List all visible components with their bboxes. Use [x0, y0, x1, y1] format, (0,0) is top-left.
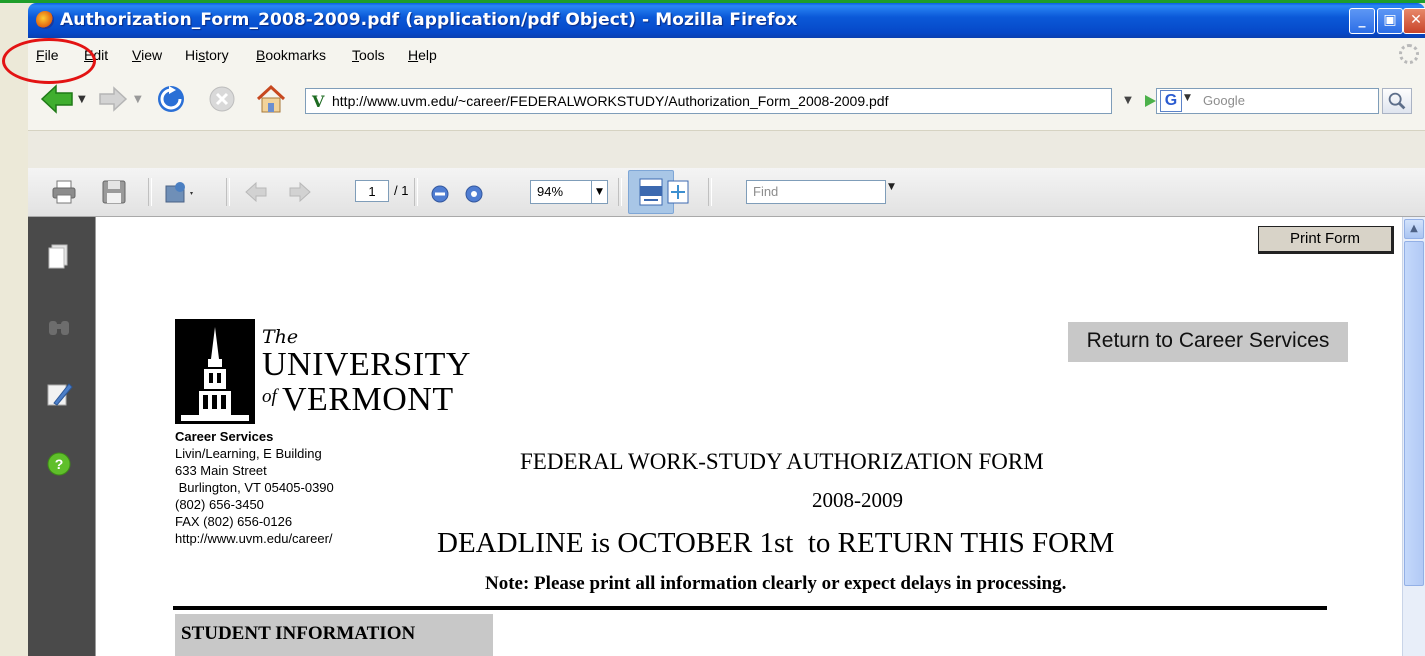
- print-icon[interactable]: [50, 178, 78, 206]
- binoculars-search-icon[interactable]: [44, 313, 74, 343]
- menu-bookmarks[interactable]: Bookmarks: [256, 47, 326, 63]
- menu-tools-label: ools: [359, 47, 385, 63]
- deadline-heading: DEADLINE is OCTOBER 1st to RETURN THIS F…: [437, 527, 1115, 559]
- menu-tools-accel: T: [352, 47, 359, 63]
- menu-help-label: elp: [418, 47, 437, 63]
- toolbar-separator: [708, 178, 712, 206]
- page-total-label: / 1: [394, 183, 409, 198]
- logo-the-text: The: [262, 326, 299, 348]
- logo-of-text: of: [262, 386, 277, 407]
- tower-illustration-icon: [181, 327, 249, 421]
- forward-arrow-icon[interactable]: [98, 86, 128, 112]
- menu-history-pre: Hi: [185, 47, 199, 63]
- toolbar-separator: [618, 178, 622, 206]
- address-line: Burlington, VT 05405-0390: [175, 480, 334, 495]
- search-input[interactable]: Google: [1199, 88, 1379, 114]
- back-arrow-icon[interactable]: [40, 84, 74, 114]
- find-dropdown-icon[interactable]: ▼: [888, 182, 895, 192]
- minimize-button[interactable]: _: [1349, 8, 1375, 34]
- red-annotation-circle: [2, 38, 96, 84]
- google-engine-icon: G: [1160, 90, 1182, 112]
- zoom-level-field[interactable]: 94%: [530, 180, 592, 204]
- title-bar: Authorization_Form_2008-2009.pdf (applic…: [28, 3, 1425, 38]
- phone-number: (802) 656-3450: [175, 497, 264, 512]
- pdf-toolbar: 1 / 1 94% ▼ Find ▼: [28, 168, 1425, 217]
- stop-icon[interactable]: [208, 85, 236, 113]
- svg-text:?: ?: [55, 456, 64, 472]
- help-icon[interactable]: ?: [44, 449, 74, 479]
- scroll-up-arrow-icon[interactable]: ▲: [1404, 219, 1424, 239]
- menu-tools[interactable]: Tools: [352, 47, 385, 63]
- career-services-address: Career Services Livin/Learning, E Buildi…: [175, 428, 334, 547]
- toolbar-separator: [226, 178, 230, 206]
- menu-view-label: iew: [141, 47, 163, 63]
- print-form-button[interactable]: Print Form: [1258, 226, 1394, 254]
- logo-vermont-text: VERMONT: [282, 381, 454, 418]
- menu-history[interactable]: History: [185, 47, 229, 63]
- maximize-button[interactable]: ▣: [1377, 8, 1403, 34]
- zoom-out-icon[interactable]: [428, 178, 452, 206]
- scrollbar-thumb[interactable]: [1404, 241, 1424, 586]
- search-icon[interactable]: [1382, 88, 1412, 114]
- toolbar-separator: [414, 178, 418, 206]
- window-title: Authorization_Form_2008-2009.pdf (applic…: [60, 10, 798, 30]
- dept-name: Career Services: [175, 429, 274, 444]
- pages-icon[interactable]: [44, 241, 74, 271]
- bookmarks-toolbar: [28, 130, 1425, 170]
- menu-bookmarks-accel: B: [256, 47, 266, 63]
- horizontal-rule: [173, 606, 1327, 610]
- return-to-career-services-button[interactable]: Return to Career Services: [1068, 322, 1348, 362]
- menu-history-label: tory: [205, 47, 229, 63]
- browser-window: Authorization_Form_2008-2009.pdf (applic…: [0, 0, 1425, 656]
- find-input[interactable]: Find: [746, 180, 886, 204]
- menu-view[interactable]: View: [132, 47, 162, 63]
- page-number-input[interactable]: 1: [355, 180, 389, 202]
- fax-number: FAX (802) 656-0126: [175, 514, 293, 529]
- student-information-heading: STUDENT INFORMATION: [175, 614, 493, 656]
- menu-view-accel: V: [132, 47, 142, 63]
- zoom-dropdown-icon[interactable]: ▼: [592, 180, 608, 204]
- fit-page-icon[interactable]: [664, 178, 692, 206]
- address-line: 633 Main Street: [175, 463, 267, 478]
- reload-icon[interactable]: [156, 84, 186, 114]
- menu-help[interactable]: Help: [408, 47, 437, 63]
- pdf-navigation-sidebar: ?: [28, 217, 95, 656]
- url-history-dropdown-icon[interactable]: ▼: [1119, 90, 1137, 112]
- activity-throbber-icon: [1399, 44, 1419, 64]
- vertical-scrollbar[interactable]: ▲: [1402, 217, 1425, 656]
- next-page-arrow-icon[interactable]: [286, 178, 314, 206]
- form-year: 2008-2009: [812, 488, 903, 512]
- menu-bookmarks-label: ookmarks: [265, 47, 327, 63]
- zoom-in-icon[interactable]: [462, 178, 486, 206]
- address-line: Livin/Learning, E Building: [175, 446, 322, 461]
- home-icon[interactable]: [255, 83, 287, 115]
- processing-note: Note: Please print all information clear…: [485, 573, 1067, 594]
- url-text[interactable]: http://www.uvm.edu/~career/FEDERALWORKST…: [332, 93, 888, 109]
- back-history-dropdown-icon[interactable]: ▼: [78, 94, 86, 105]
- website-url: http://www.uvm.edu/career/: [175, 531, 333, 546]
- sign-pen-icon[interactable]: [44, 379, 74, 409]
- chevron-down-icon: ▼: [1184, 93, 1191, 103]
- logo-university-text: UNIVERSITY: [262, 346, 471, 383]
- share-users-icon[interactable]: [162, 178, 196, 206]
- save-icon[interactable]: [100, 178, 128, 206]
- menu-bar: File Edit View History Bookmarks Tools H…: [28, 38, 1425, 73]
- firefox-logo-icon: [36, 11, 54, 29]
- form-title: FEDERAL WORK-STUDY AUTHORIZATION FORM: [520, 449, 1044, 474]
- url-bar[interactable]: V http://www.uvm.edu/~career/FEDERALWORK…: [305, 88, 1112, 114]
- previous-page-arrow-icon[interactable]: [242, 178, 270, 206]
- search-engine-selector[interactable]: G ▼: [1156, 88, 1200, 114]
- close-button[interactable]: ✕: [1403, 8, 1425, 34]
- toolbar-separator: [148, 178, 152, 206]
- forward-history-dropdown-icon[interactable]: ▼: [134, 94, 142, 105]
- uvm-logo-tower-image: [175, 319, 255, 424]
- menu-help-accel: H: [408, 47, 419, 63]
- fit-width-icon: [639, 178, 663, 206]
- site-favicon-icon: V: [312, 92, 325, 111]
- navigation-toolbar: ▼ ▼ V http://www.uvm.edu/~career/FEDERAL…: [28, 72, 1425, 130]
